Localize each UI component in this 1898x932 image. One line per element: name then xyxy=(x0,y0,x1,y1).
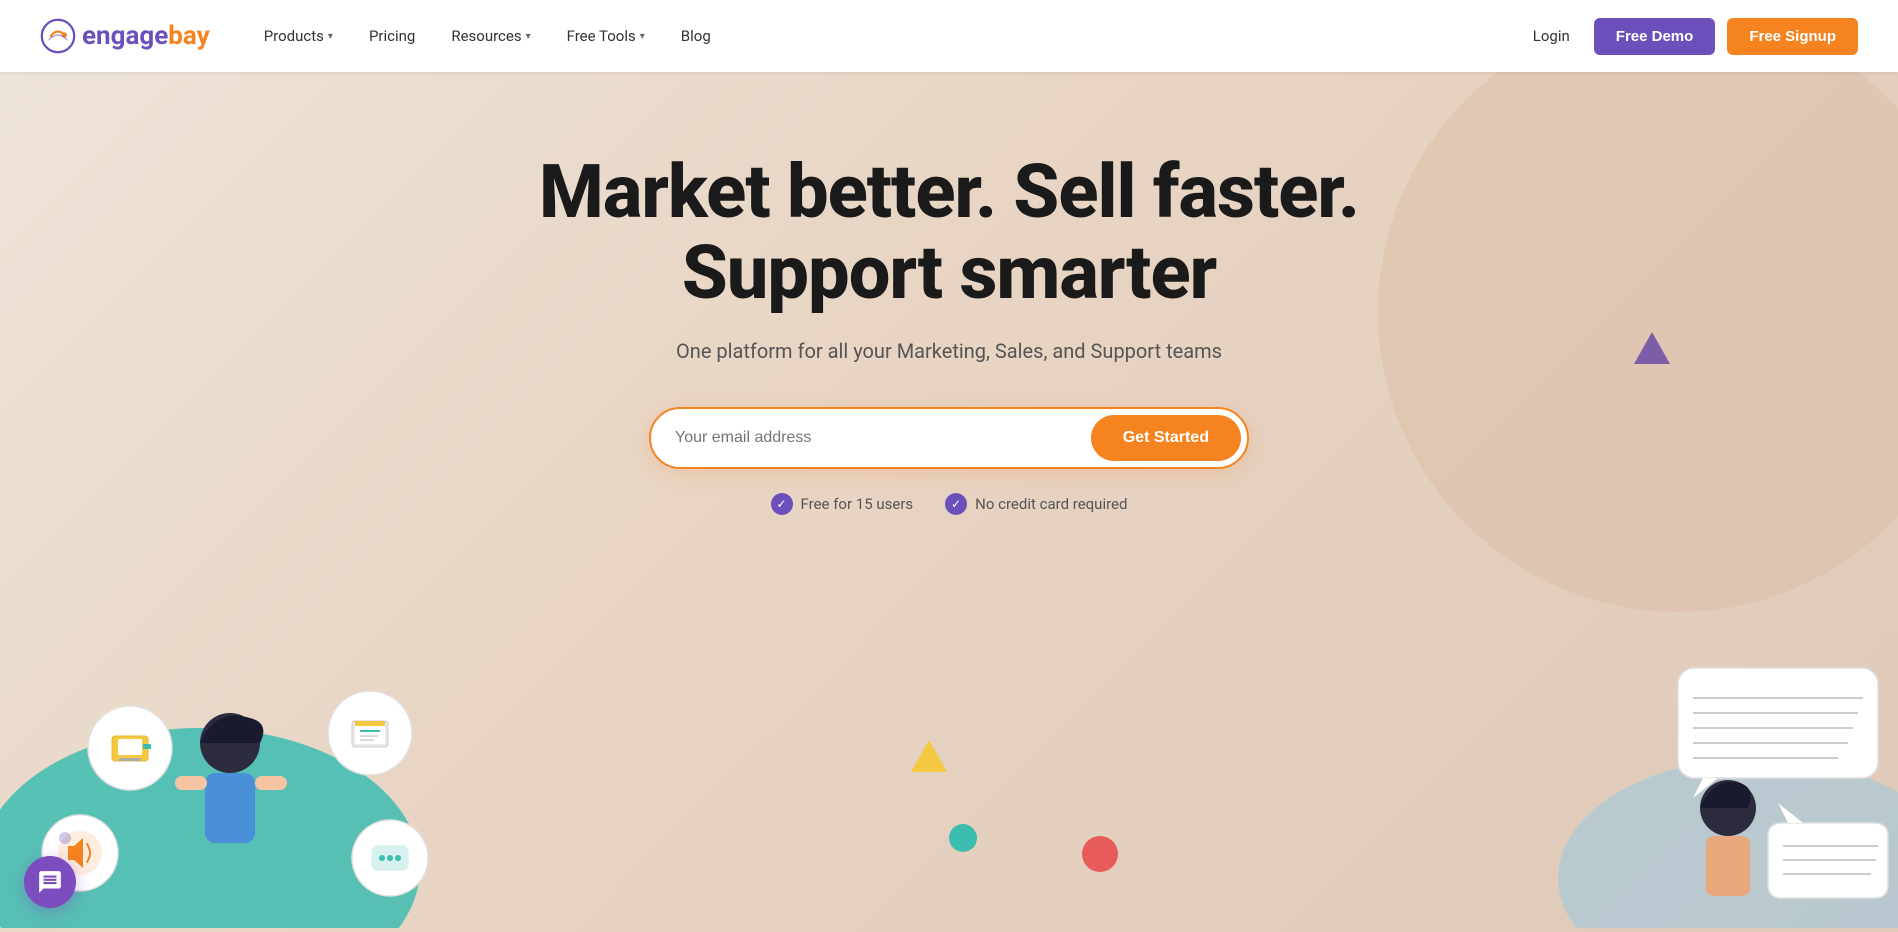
triangle-yellow-shape xyxy=(911,740,947,772)
hero-content: Market better. Sell faster. Support smar… xyxy=(519,152,1379,515)
nav-item-pricing[interactable]: Pricing xyxy=(355,19,429,53)
triangle-purple-shape xyxy=(1634,332,1670,364)
nav-actions: Login Free Demo Free Signup xyxy=(1521,18,1858,55)
hero-title-line2: Support smarter xyxy=(682,230,1216,317)
badge-free-users: ✓ Free for 15 users xyxy=(771,493,914,515)
email-form: Get Started xyxy=(649,407,1249,469)
navigation: engagebay Products ▾ Pricing Resources ▾… xyxy=(0,0,1898,72)
free-demo-button[interactable]: Free Demo xyxy=(1594,18,1716,55)
login-button[interactable]: Login xyxy=(1521,19,1582,53)
check-icon: ✓ xyxy=(771,493,793,515)
chevron-down-icon: ▾ xyxy=(640,31,645,42)
logo-engage-text: engage xyxy=(82,21,168,51)
chat-icon xyxy=(37,869,63,895)
free-signup-button[interactable]: Free Signup xyxy=(1727,18,1858,55)
hero-badges: ✓ Free for 15 users ✓ No credit card req… xyxy=(539,493,1359,515)
hero-title-line1: Market better. Sell faster. xyxy=(539,149,1359,236)
badge-no-credit-card: ✓ No credit card required xyxy=(945,493,1127,515)
check-icon: ✓ xyxy=(945,493,967,515)
logo[interactable]: engagebay xyxy=(40,18,210,54)
right-illustration xyxy=(1478,648,1898,932)
hero-subtitle: One platform for all your Marketing, Sal… xyxy=(539,339,1359,363)
hero-section: Market better. Sell faster. Support smar… xyxy=(0,72,1898,932)
email-input[interactable] xyxy=(675,429,1091,447)
circle-teal-shape xyxy=(949,824,977,852)
get-started-button[interactable]: Get Started xyxy=(1091,415,1241,461)
chevron-down-icon: ▾ xyxy=(526,31,531,42)
chat-widget[interactable] xyxy=(24,856,76,908)
nav-item-blog[interactable]: Blog xyxy=(667,19,725,53)
circle-red-shape xyxy=(1082,836,1118,872)
logo-bay-text: bay xyxy=(168,21,209,51)
chevron-down-icon: ▾ xyxy=(328,31,333,42)
nav-item-free-tools[interactable]: Free Tools ▾ xyxy=(553,19,659,53)
logo-icon xyxy=(40,18,76,54)
nav-item-resources[interactable]: Resources ▾ xyxy=(437,19,544,53)
nav-item-products[interactable]: Products ▾ xyxy=(250,19,347,53)
left-illustration xyxy=(0,648,500,932)
hero-title: Market better. Sell faster. Support smar… xyxy=(539,152,1359,315)
nav-links: Products ▾ Pricing Resources ▾ Free Tool… xyxy=(250,19,1521,53)
